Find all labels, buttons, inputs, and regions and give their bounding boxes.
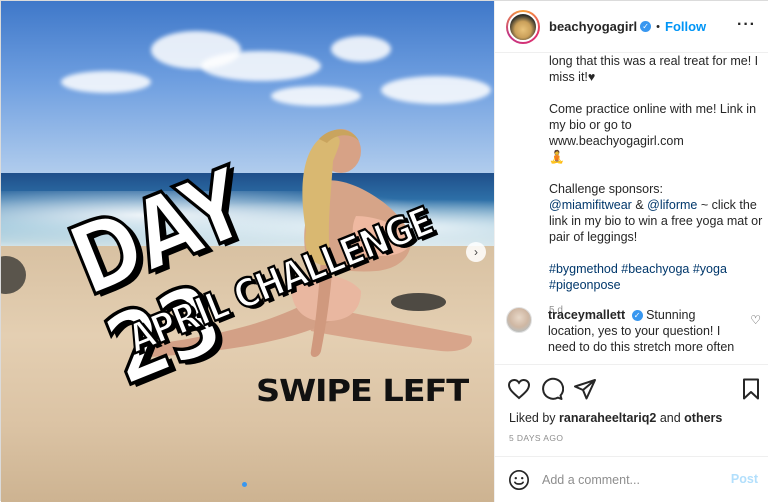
comment-like-heart-icon[interactable]: ♡ <box>750 313 761 327</box>
caption-text: & <box>635 198 644 212</box>
post-photo[interactable]: DAY 23 APRIL CHALLENGE SWIPE LEFT › <box>1 1 494 502</box>
more-horizontal-icon[interactable]: ··· <box>737 16 756 34</box>
swipe-left-text: SWIPE LEFT <box>256 374 469 409</box>
commenter-avatar[interactable] <box>506 307 532 333</box>
follow-button[interactable]: Follow <box>665 19 706 34</box>
author-username[interactable]: beachyogagirl <box>549 19 637 34</box>
post-timestamp: 5 DAYS AGO <box>509 433 564 443</box>
verified-badge-icon: ✓ <box>640 21 652 32</box>
caption-paragraph: Come practice online with me! Link in my… <box>549 101 764 165</box>
caption-paragraph: long that this was a real treat for me! … <box>549 54 759 84</box>
chevron-right-icon: › <box>474 245 478 259</box>
emoji-smiley-icon[interactable] <box>508 469 530 491</box>
separator-dot: • <box>656 20 660 33</box>
caption-text: Challenge sponsors: <box>549 182 663 196</box>
like-heart-icon[interactable] <box>507 377 531 401</box>
next-slide-button[interactable]: › <box>466 242 486 262</box>
post-details-panel: beachyogagirl ✓ • Follow ··· long that t… <box>494 1 768 502</box>
caption-paragraph: Challenge sponsors: @miamifitwear & @lif… <box>549 181 764 245</box>
likes-prefix: Liked by <box>509 411 556 425</box>
action-bar <box>495 364 768 410</box>
share-paper-plane-icon[interactable] <box>573 377 597 401</box>
liker-username[interactable]: ranaraheeltariq2 <box>559 411 656 425</box>
likes-and: and <box>659 411 681 425</box>
add-comment-bar: Post <box>495 456 768 502</box>
caption-text: Come practice online with me! Link in my… <box>549 102 757 148</box>
meditation-emoji-icon: 🧘 <box>549 150 565 164</box>
verified-badge-icon: ✓ <box>631 310 643 322</box>
likes-others-link[interactable]: others <box>684 411 722 425</box>
commenter-username[interactable]: traceymallett <box>548 308 625 322</box>
instagram-post-modal: DAY 23 APRIL CHALLENGE SWIPE LEFT › beac… <box>0 0 768 502</box>
post-comment-button[interactable]: Post <box>731 472 758 486</box>
post-header: beachyogagirl ✓ • Follow ··· <box>495 1 768 53</box>
likes-summary: Liked by ranaraheeltariq2 and others <box>509 411 722 425</box>
carousel-dot-active <box>242 482 247 487</box>
hashtag-links[interactable]: #bygmethod #beachyoga #yoga #pigeonpose <box>549 261 764 293</box>
add-comment-input[interactable] <box>542 472 712 487</box>
post-caption: long that this was a real treat for me! … <box>549 53 764 319</box>
author-avatar[interactable] <box>506 9 540 44</box>
comment-bubble-icon[interactable] <box>540 377 564 401</box>
bookmark-icon[interactable] <box>739 377 763 401</box>
mention-link[interactable]: @miamifitwear <box>549 198 632 212</box>
comment-body: traceymallett ✓ Stunning location, yes t… <box>548 307 740 355</box>
comment-item: traceymallett ✓ Stunning location, yes t… <box>506 307 761 355</box>
mention-link[interactable]: @liforme <box>647 198 697 212</box>
avatar-image <box>508 11 538 42</box>
